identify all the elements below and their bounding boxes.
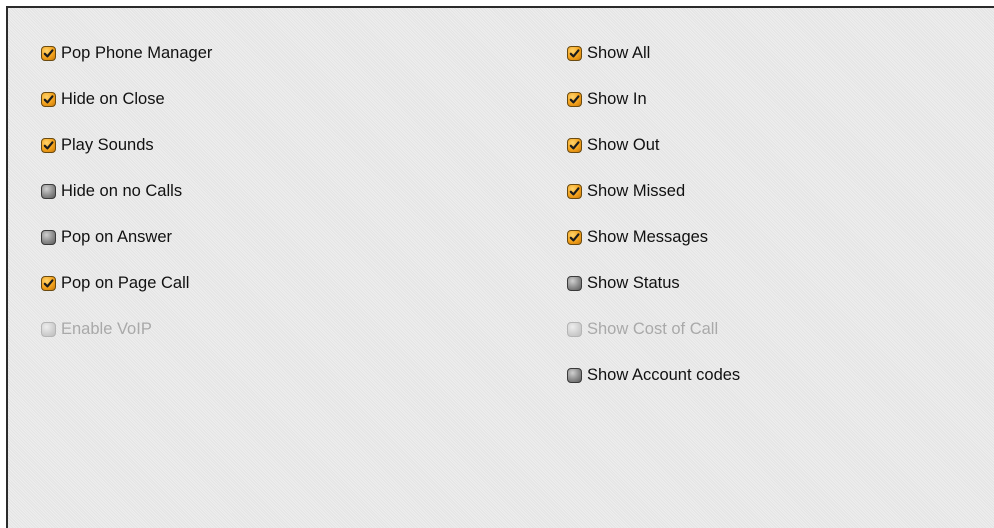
option-label: Show In — [587, 90, 647, 108]
checkbox-checked-icon[interactable] — [41, 138, 56, 153]
checkbox-disabled-icon — [41, 322, 56, 337]
checkmark-icon — [43, 49, 54, 58]
checkbox-checked-icon[interactable] — [567, 92, 582, 107]
checkbox-disabled-icon — [567, 322, 582, 337]
checkmark-icon — [43, 95, 54, 104]
show-missed-option[interactable]: Show Missed — [567, 180, 740, 226]
play-sounds-option[interactable]: Play Sounds — [41, 134, 212, 180]
option-label: Pop on Answer — [61, 228, 172, 246]
show-all-option[interactable]: Show All — [567, 42, 740, 88]
checkmark-icon — [569, 49, 580, 58]
option-label: Show Account codes — [587, 366, 741, 384]
option-label: Play Sounds — [61, 136, 154, 154]
checkmark-icon — [569, 233, 580, 242]
option-label: Show Out — [587, 136, 660, 154]
option-label: Show Cost of Call — [587, 320, 719, 338]
checkbox-checked-icon[interactable] — [41, 92, 56, 107]
checkmark-icon — [569, 141, 580, 150]
pop-on-answer-option[interactable]: Pop on Answer — [41, 226, 212, 272]
pop-on-page-call-option[interactable]: Pop on Page Call — [41, 272, 212, 318]
option-label: Enable VoIP — [61, 320, 152, 338]
show-messages-option[interactable]: Show Messages — [567, 226, 740, 272]
checkmark-icon — [43, 141, 54, 150]
option-label: Hide on Close — [61, 90, 165, 108]
checkbox-checked-icon[interactable] — [41, 276, 56, 291]
show-in-option[interactable]: Show In — [567, 88, 740, 134]
option-label: Show Missed — [587, 182, 686, 200]
option-label: Pop Phone Manager — [61, 44, 213, 62]
checkbox-unchecked-icon[interactable] — [567, 368, 582, 383]
checkbox-unchecked-icon[interactable] — [41, 184, 56, 199]
show-cost-of-call-option: Show Cost of Call — [567, 318, 740, 364]
checkbox-checked-icon[interactable] — [567, 184, 582, 199]
show-account-codes-option[interactable]: Show Account codes — [567, 364, 740, 410]
checkmark-icon — [569, 95, 580, 104]
option-label: Show Status — [587, 274, 680, 292]
hide-on-close-option[interactable]: Hide on Close — [41, 88, 212, 134]
option-label: Hide on no Calls — [61, 182, 183, 200]
checkbox-checked-icon[interactable] — [41, 46, 56, 61]
show-status-option[interactable]: Show Status — [567, 272, 740, 318]
options-panel: Pop Phone Manager Hide on Close Play Sou… — [6, 6, 994, 528]
pop-phone-manager-option[interactable]: Pop Phone Manager — [41, 42, 212, 88]
option-label: Show Messages — [587, 228, 709, 246]
checkbox-unchecked-icon[interactable] — [567, 276, 582, 291]
show-out-option[interactable]: Show Out — [567, 134, 740, 180]
checkmark-icon — [569, 187, 580, 196]
checkbox-unchecked-icon[interactable] — [41, 230, 56, 245]
right-options-column: Show All Show In Show Out Show Missed Sh… — [567, 42, 740, 410]
left-options-column: Pop Phone Manager Hide on Close Play Sou… — [41, 42, 212, 364]
option-label: Show All — [587, 44, 651, 62]
hide-on-no-calls-option[interactable]: Hide on no Calls — [41, 180, 212, 226]
checkmark-icon — [43, 279, 54, 288]
checkbox-checked-icon[interactable] — [567, 46, 582, 61]
checkbox-checked-icon[interactable] — [567, 138, 582, 153]
enable-voip-option: Enable VoIP — [41, 318, 212, 364]
checkbox-checked-icon[interactable] — [567, 230, 582, 245]
option-label: Pop on Page Call — [61, 274, 190, 292]
